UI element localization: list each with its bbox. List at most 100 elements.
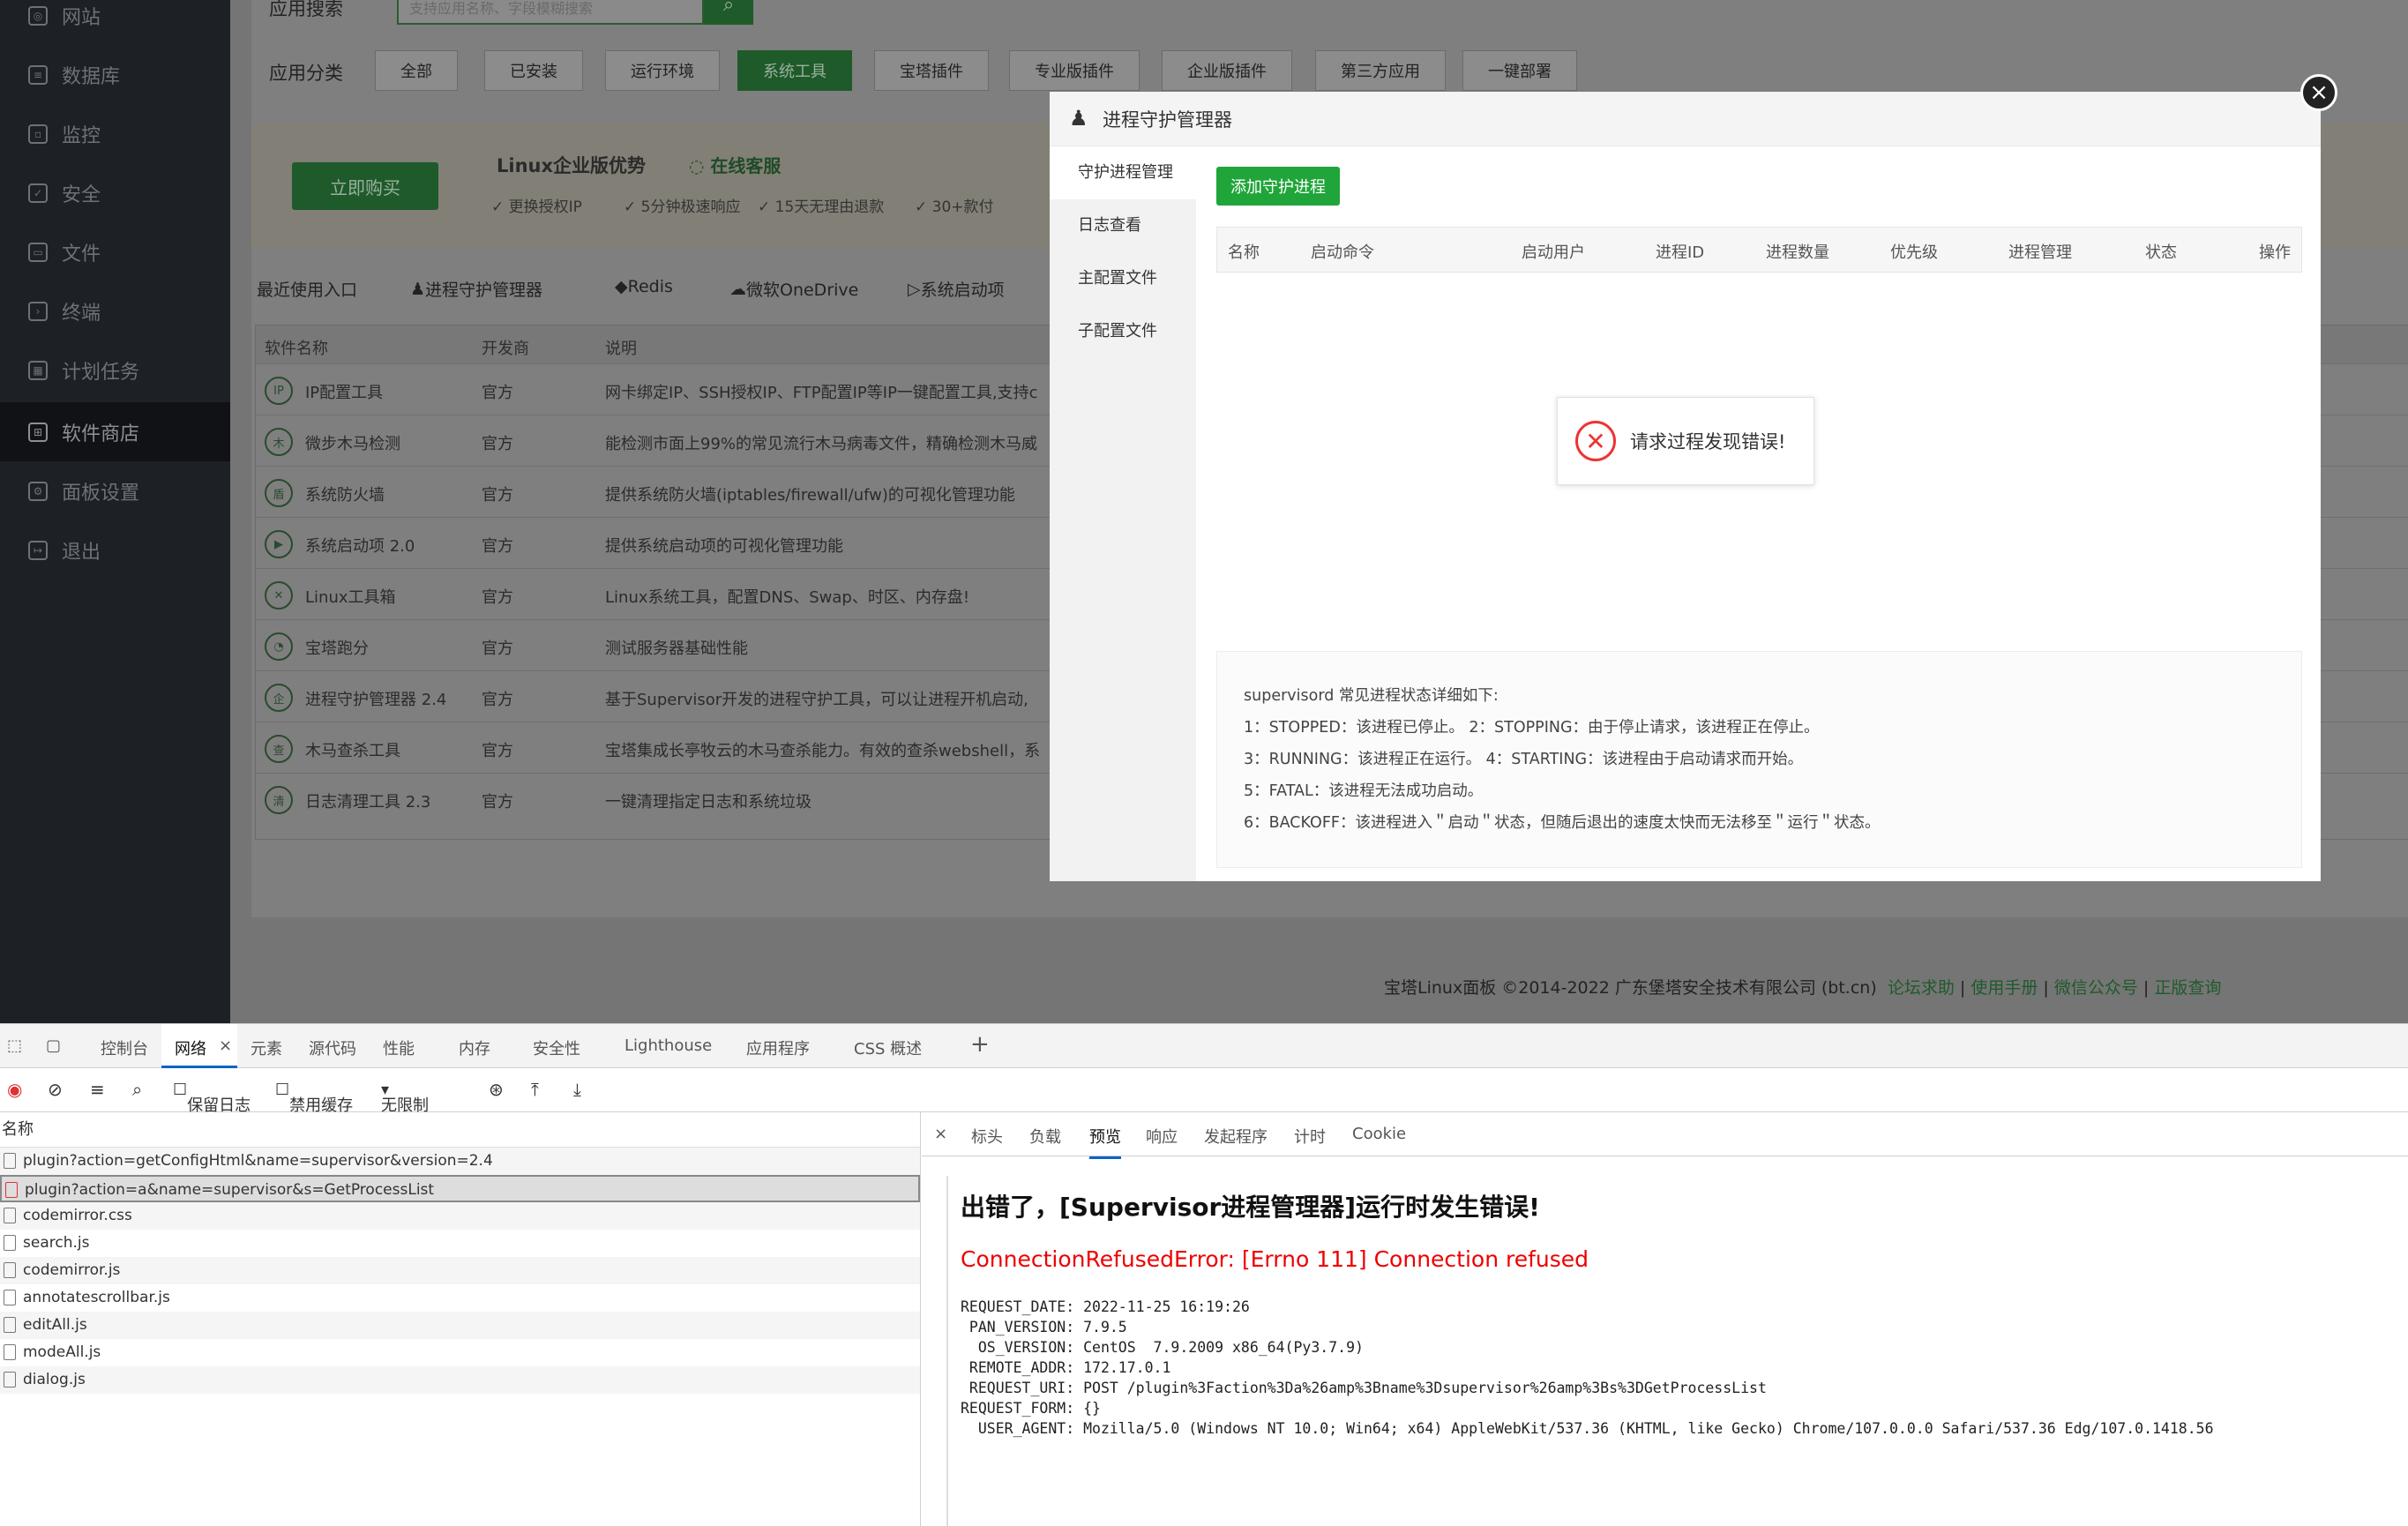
file-icon: [4, 1153, 16, 1169]
add-process-button[interactable]: 添加守护进程: [1216, 167, 1340, 206]
file-icon: [4, 1262, 16, 1278]
sidebar-item-logout[interactable]: ↦ 退出: [0, 520, 230, 580]
tab-initiator[interactable]: 发起程序: [1204, 1125, 1268, 1148]
category-third-party[interactable]: 第三方应用: [1315, 50, 1446, 91]
category-all[interactable]: 全部: [375, 50, 458, 91]
close-icon[interactable]: ×: [2300, 74, 2337, 111]
clear-icon[interactable]: ⊘: [48, 1079, 63, 1100]
nav-main-config[interactable]: 主配置文件: [1050, 252, 1196, 305]
bt-panel-app: ◎ 网站 ≡ 数据库 ▫ 监控 ✓ 安全 ▭ 文件 › 终端 ▦ 计划任务 ⊞ 软件商店 ⚙ 面板…: [0, 0, 2408, 1023]
buy-now-button[interactable]: 立即购买: [292, 162, 438, 210]
recent-item[interactable]: ▷ 系统启动项: [908, 277, 1005, 301]
logout-icon: ↦: [28, 540, 48, 560]
sidebar-item-monitor[interactable]: ▫ 监控: [0, 104, 230, 163]
tab-security[interactable]: 安全性: [533, 1036, 580, 1059]
tab-memory[interactable]: 内存: [459, 1036, 490, 1059]
device-icon[interactable]: ▢: [46, 1036, 61, 1055]
tab-cookie[interactable]: Cookie: [1352, 1125, 1406, 1143]
category-bt-plugins[interactable]: 宝塔插件: [874, 50, 989, 91]
request-row[interactable]: editAll.js: [0, 1312, 920, 1339]
file-icon: [4, 1208, 16, 1223]
request-row[interactable]: plugin?action=getConfigHtml&name=supervi…: [0, 1148, 920, 1175]
tab-performance[interactable]: 性能: [383, 1036, 415, 1059]
promo-title: Linux企业版优势: [497, 155, 647, 176]
request-row[interactable]: search.js: [0, 1230, 920, 1257]
tab-console[interactable]: 控制台: [101, 1036, 148, 1059]
sidebar-item-settings[interactable]: ⚙ 面板设置: [0, 461, 230, 520]
sidebar-item-website[interactable]: ◎ 网站: [0, 0, 230, 45]
close-tab-icon[interactable]: ×: [219, 1036, 232, 1055]
sidebar-item-cron[interactable]: ▦ 计划任务: [0, 340, 230, 400]
preview-details: REQUEST_DATE: 2022-11-25 16:19:26 PAN_VE…: [961, 1298, 2214, 1437]
sidebar-item-files[interactable]: ▭ 文件: [0, 222, 230, 281]
request-row[interactable]: dialog.js: [0, 1366, 920, 1394]
nav-sub-config[interactable]: 子配置文件: [1050, 305, 1196, 358]
tab-network[interactable]: 网络: [175, 1036, 206, 1059]
request-row-selected[interactable]: plugin?action=a&name=supervisor&s=GetPro…: [0, 1175, 920, 1202]
upload-icon[interactable]: ⤒: [531, 1079, 539, 1100]
category-installed[interactable]: 已安装: [484, 50, 583, 91]
request-row[interactable]: annotatescrollbar.js: [0, 1284, 920, 1312]
request-row[interactable]: modeAll.js: [0, 1339, 920, 1366]
filter-icon[interactable]: ≡: [90, 1079, 105, 1100]
record-icon[interactable]: ◉: [7, 1079, 22, 1100]
chat-icon: ◌: [689, 155, 711, 176]
request-detail: × 标头 负载 预览 响应 发起程序 计时 Cookie 出错了，[Superv…: [922, 1112, 2408, 1526]
disable-cache-checkbox[interactable]: ☐ 禁用缓存: [275, 1081, 353, 1115]
nav-log-view[interactable]: 日志查看: [1050, 199, 1196, 252]
preview-error: ConnectionRefusedError: [Errno 111] Conn…: [961, 1246, 1589, 1272]
sidebar-item-store[interactable]: ⊞ 软件商店: [0, 402, 230, 461]
calendar-icon: ▦: [28, 360, 48, 380]
close-detail-icon[interactable]: ×: [934, 1125, 947, 1143]
footer-link-license[interactable]: 正版查询: [2154, 978, 2221, 998]
sidebar-item-security[interactable]: ✓ 安全: [0, 163, 230, 222]
cloud-icon: ☁: [729, 279, 746, 299]
throttle-select[interactable]: 无限制 ▾: [381, 1081, 429, 1115]
category-one-click[interactable]: 一键部署: [1462, 50, 1577, 91]
download-icon[interactable]: ⤓: [573, 1079, 581, 1100]
search-button[interactable]: ⌕: [704, 0, 753, 25]
tab-timing[interactable]: 计时: [1294, 1125, 1326, 1148]
preserve-log-checkbox[interactable]: ☐ 保留日志: [173, 1081, 251, 1115]
tab-preview[interactable]: 预览: [1089, 1125, 1121, 1159]
request-row[interactable]: codemirror.js: [0, 1257, 920, 1284]
footer-link-forum[interactable]: 论坛求助: [1888, 978, 1955, 998]
wifi-icon[interactable]: ⊛: [489, 1079, 504, 1100]
category-enterprise-plugins[interactable]: 企业版插件: [1162, 50, 1292, 91]
devtools: ⬚ ▢ 控制台 网络 × 元素 源代码 性能 内存 安全性 Lighthouse…: [0, 1023, 2408, 1526]
recent-item[interactable]: ◆ Redis: [615, 277, 673, 296]
tab-css-overview[interactable]: CSS 概述: [854, 1036, 922, 1059]
category-runtime[interactable]: 运行环境: [605, 50, 720, 91]
add-tab-icon[interactable]: +: [970, 1031, 990, 1058]
modal-title: 进程守护管理器: [1103, 108, 1232, 131]
tab-lighthouse[interactable]: Lighthouse: [624, 1036, 712, 1055]
search-input[interactable]: 支持应用名称、字段模糊搜索: [397, 0, 704, 25]
search-icon[interactable]: ⌕: [132, 1079, 142, 1100]
inspect-icon[interactable]: ⬚: [7, 1036, 22, 1055]
sidebar-item-database[interactable]: ≡ 数据库: [0, 45, 230, 104]
tab-application[interactable]: 应用程序: [746, 1036, 810, 1059]
sidebar-item-terminal[interactable]: › 终端: [0, 281, 230, 340]
nav-process-manage[interactable]: 守护进程管理: [1050, 146, 1196, 199]
tab-response[interactable]: 响应: [1146, 1125, 1178, 1148]
recent-item[interactable]: ♟ 进程守护管理器: [410, 277, 542, 301]
footer-link-wechat[interactable]: 微信公众号: [2054, 978, 2138, 998]
request-row[interactable]: codemirror.css: [0, 1202, 920, 1230]
tab-headers[interactable]: 标头: [971, 1125, 1003, 1148]
category-pro-plugins[interactable]: 专业版插件: [1009, 50, 1140, 91]
virus-kill-icon: 查: [265, 735, 293, 763]
error-icon: ✕: [1575, 421, 1616, 461]
file-icon: [4, 1372, 16, 1388]
promo-feature: ✓ 5分钟极速响应: [624, 198, 741, 216]
database-icon: ≡: [28, 64, 48, 85]
footer-link-manual[interactable]: 使用手册: [1971, 978, 2038, 998]
footer: 宝塔Linux面板 ©2014-2022 广东堡塔安全技术有限公司 (bt.cn…: [1384, 978, 2222, 998]
tab-sources[interactable]: 源代码: [309, 1036, 356, 1059]
online-service-link[interactable]: ◌ 在线客服: [689, 152, 781, 177]
recent-item[interactable]: ☁ 微软OneDrive: [729, 277, 858, 301]
tab-payload[interactable]: 负载: [1029, 1125, 1061, 1148]
modal-header: ♟ 进程守护管理器: [1050, 92, 2321, 146]
category-system-tools[interactable]: 系统工具: [737, 50, 852, 91]
tab-elements[interactable]: 元素: [251, 1036, 282, 1059]
file-icon: [4, 1317, 16, 1333]
